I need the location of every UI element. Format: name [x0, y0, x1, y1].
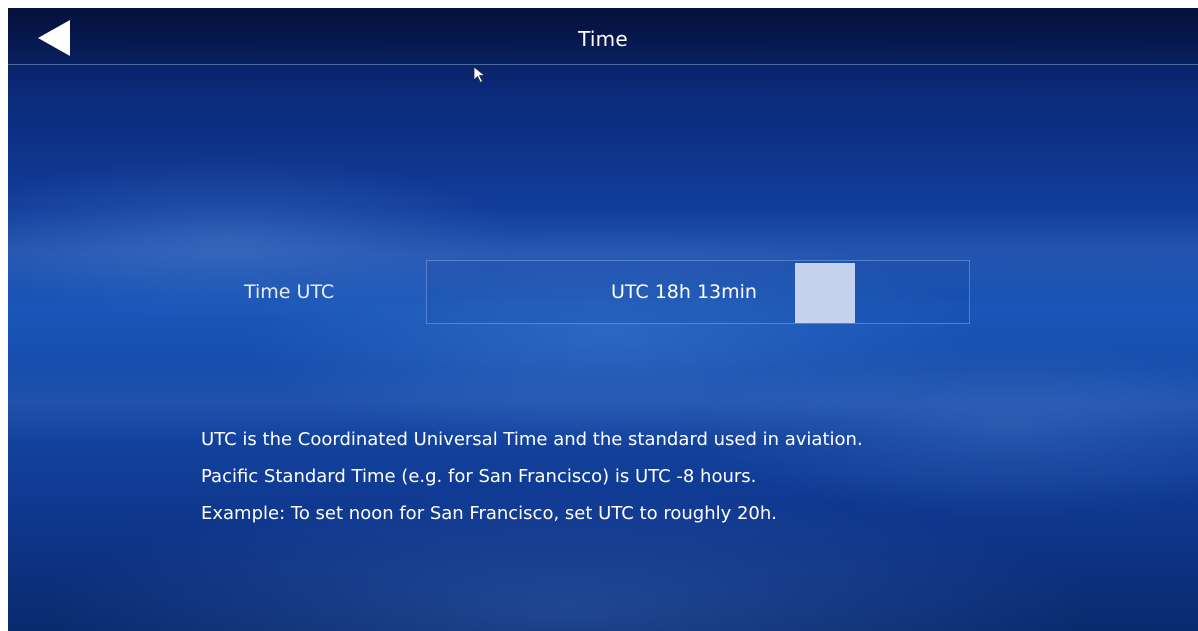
info-text: UTC is the Coordinated Universal Time an…	[201, 421, 863, 532]
time-utc-label: Time UTC	[244, 281, 335, 303]
info-line: UTC is the Coordinated Universal Time an…	[201, 429, 863, 450]
info-line: Pacific Standard Time (e.g. for San Fran…	[201, 466, 757, 487]
info-line: Example: To set noon for San Francisco, …	[201, 503, 778, 524]
page-title: Time	[578, 27, 628, 51]
time-utc-field[interactable]: UTC 18h 13min	[426, 260, 970, 324]
time-settings-screen: Time Time UTC UTC 18h 13min UTC is the C…	[8, 8, 1198, 631]
time-utc-value: UTC 18h 13min	[611, 281, 757, 303]
header-bar: Time	[8, 8, 1198, 65]
mouse-cursor-icon	[473, 66, 486, 84]
time-edit-cursor	[795, 263, 855, 323]
